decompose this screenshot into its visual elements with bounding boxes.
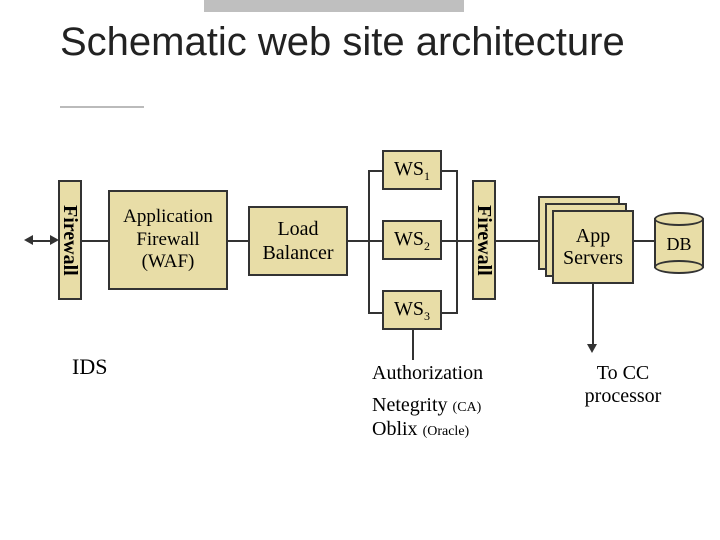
netegrity-line: Netegrity (CA) (372, 394, 481, 417)
waf-line1: Application (123, 206, 213, 229)
application-firewall-box: Application Firewall (WAF) (108, 190, 228, 290)
lb-line1: Load (262, 217, 333, 241)
ws-brace-left-top (368, 170, 382, 172)
ws-brace-left-mid (368, 240, 382, 242)
ws-brace-right-mid (442, 240, 456, 242)
db-label: DB (654, 234, 704, 255)
ws-brace-left-bot (368, 312, 382, 314)
app-servers-front: App Servers (552, 210, 634, 284)
db-cap-top (654, 212, 704, 226)
firewall-left: Firewall (58, 180, 82, 300)
to-cc-line1: To CC (568, 362, 678, 385)
arrowhead-entry-left (24, 235, 33, 245)
connector-fw2-app (496, 240, 538, 242)
slide-top-bar (204, 0, 464, 12)
ws1-base: WS (394, 158, 424, 180)
lb-line2: Balancer (262, 241, 333, 265)
ws2-base: WS (394, 228, 424, 250)
ws-brace-right-bot (442, 312, 456, 314)
firewall-right-label: Firewall (472, 205, 496, 276)
ws3-base: WS (394, 298, 424, 320)
connector-fw-waf (82, 240, 108, 242)
ids-label: IDS (72, 354, 107, 380)
oblix-paren: (Oracle) (423, 424, 470, 439)
connector-app-cc (592, 284, 594, 346)
ws-brace-right-top (442, 170, 456, 172)
title-underline (60, 106, 144, 108)
firewall-left-label: Firewall (58, 205, 82, 276)
netegrity-text: Netegrity (372, 394, 448, 416)
oblix-text: Oblix (372, 418, 418, 440)
ws2-sub: 2 (424, 239, 430, 253)
connector-ws-fw2 (456, 240, 472, 242)
ws-brace-left (368, 170, 370, 314)
ws1-sub: 1 (424, 169, 430, 183)
diagram-canvas: Schematic web site architecture Firewall… (0, 0, 720, 540)
app-line1: App (563, 225, 623, 247)
app-line2: Servers (563, 247, 623, 269)
ws3-sub: 3 (424, 309, 430, 323)
page-title: Schematic web site architecture (60, 20, 625, 65)
connector-ws3-auth (412, 330, 414, 360)
ws3-box: WS3 (382, 290, 442, 330)
db-cap-bottom (654, 260, 704, 274)
firewall-right: Firewall (472, 180, 496, 300)
ws-brace-right (456, 170, 458, 314)
to-cc-block: To CC processor (568, 362, 678, 408)
oblix-line: Oblix (Oracle) (372, 418, 469, 441)
authorization-label: Authorization (372, 362, 483, 385)
netegrity-paren: (CA) (453, 400, 482, 415)
connector-lb-ws (348, 240, 368, 242)
load-balancer-box: Load Balancer (248, 206, 348, 276)
arrowhead-cc (587, 344, 597, 353)
connector-app-db (634, 240, 654, 242)
ws1-box: WS1 (382, 150, 442, 190)
ws2-box: WS2 (382, 220, 442, 260)
connector-waf-lb (228, 240, 248, 242)
waf-line2: Firewall (123, 229, 213, 252)
db-cylinder: DB (654, 212, 704, 274)
to-cc-line2: processor (568, 385, 678, 408)
waf-line3: (WAF) (123, 251, 213, 274)
